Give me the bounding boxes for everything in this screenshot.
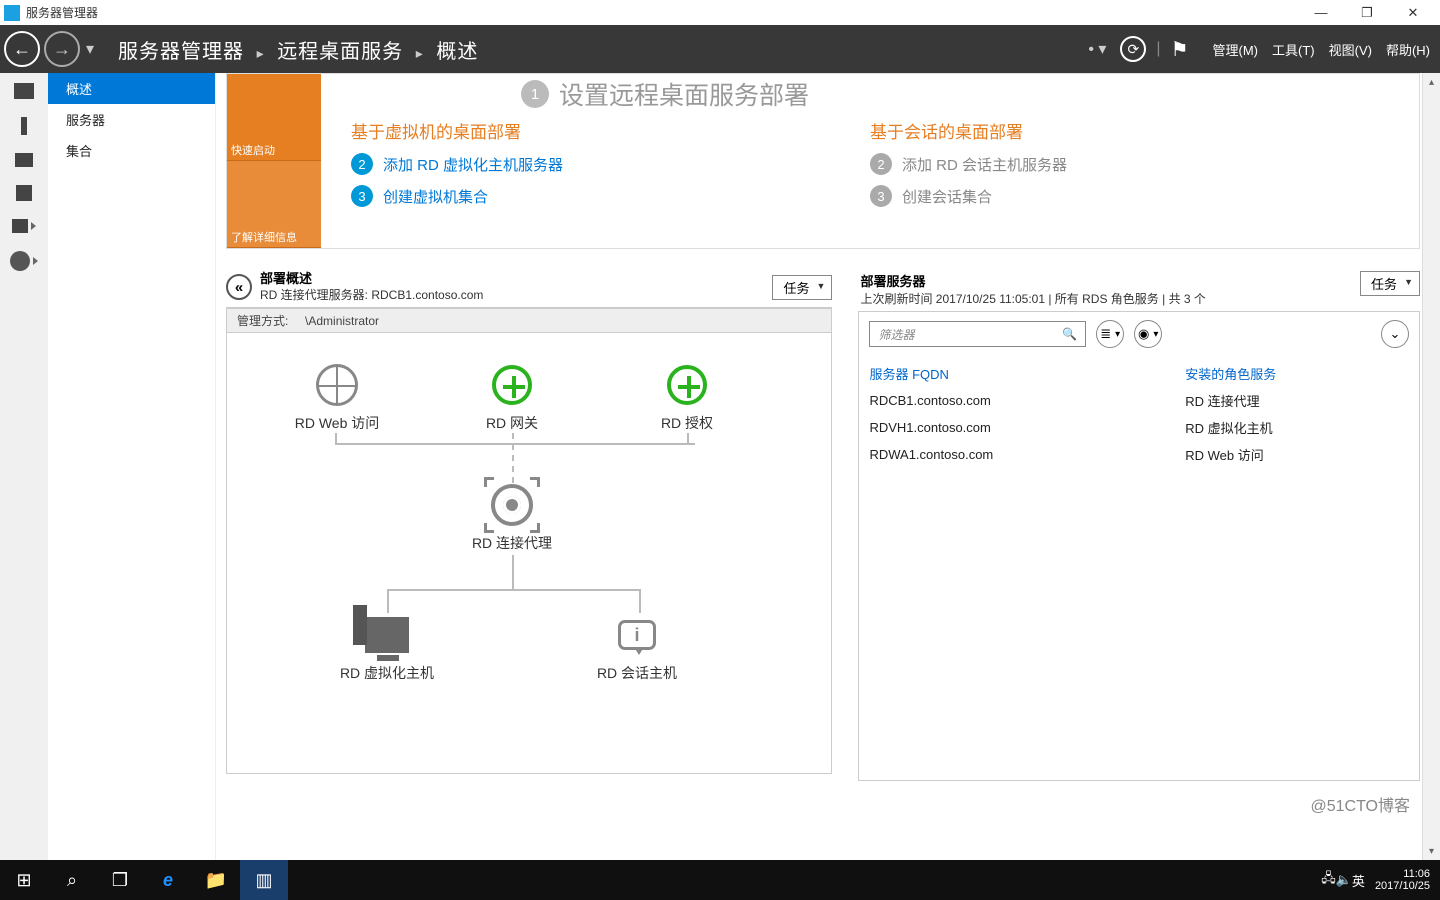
- app-icon: [4, 5, 20, 21]
- task-view-button[interactable]: ❐: [96, 860, 144, 900]
- deploy-servers-title: 部署服务器: [858, 271, 1207, 290]
- clock[interactable]: 11:062017/10/25: [1365, 868, 1440, 892]
- content-area: ▴▾ 快速启动 了解详细信息 1 设置远程桌面服务部署 基于虚拟机的桌面部署 2…: [216, 73, 1440, 860]
- table-row[interactable]: RDCB1.contoso.comRD 连接代理: [859, 387, 1419, 414]
- step-3-badge: 3: [351, 185, 373, 207]
- rail-role-icon[interactable]: [16, 185, 32, 201]
- create-session-collection-step: 3 创建会话集合: [870, 185, 1389, 207]
- virtualization-host-icon: [365, 617, 409, 653]
- start-button[interactable]: ⊞: [0, 860, 48, 900]
- broker-server-line: RD 连接代理服务器: RDCB1.contoso.com: [260, 288, 764, 304]
- plus-icon-2: [667, 365, 707, 405]
- deploy-overview-title: 部署概述: [260, 271, 764, 288]
- notifications-flag-icon[interactable]: ⚑: [1171, 37, 1189, 62]
- rail-local-server-icon[interactable]: [21, 117, 27, 135]
- columns-button[interactable]: ≣: [1096, 320, 1124, 348]
- breadcrumb-overview[interactable]: 概述: [436, 41, 478, 63]
- menu-tools[interactable]: 工具(T): [1272, 40, 1315, 59]
- vertical-scrollbar[interactable]: ▴▾: [1422, 73, 1440, 860]
- wizard-step-1-badge: 1: [521, 80, 549, 108]
- node-rd-session-host[interactable]: i RD 会话主机: [567, 613, 707, 683]
- rail-item-5[interactable]: [12, 219, 36, 233]
- table-row[interactable]: RDVH1.contoso.comRD 虚拟化主机: [859, 414, 1419, 441]
- collapse-toggle-icon[interactable]: «: [226, 274, 252, 300]
- session-host-icon: i: [618, 620, 656, 650]
- sidenav-overview[interactable]: 概述: [48, 73, 215, 104]
- session-deploy-heading: 基于会话的桌面部署: [870, 118, 1389, 143]
- maximize-button[interactable]: ❐: [1344, 0, 1390, 25]
- setup-wizard-panel: 快速启动 了解详细信息 1 设置远程桌面服务部署 基于虚拟机的桌面部署 2 添加…: [226, 73, 1420, 249]
- rail-all-servers-icon[interactable]: [15, 153, 33, 167]
- window-title: 服务器管理器: [26, 4, 98, 21]
- wizard-tiles: 快速启动 了解详细信息: [227, 74, 321, 248]
- watermark: @51CTO博客: [1310, 792, 1410, 816]
- managed-as-line: 管理方式: \Administrator: [227, 308, 831, 333]
- deployment-diagram: RD Web 访问 RD 网关 RD 授权: [227, 333, 831, 773]
- plus-icon: [492, 365, 532, 405]
- step-2-badge-grey: 2: [870, 153, 892, 175]
- node-rd-virtualization-host[interactable]: RD 虚拟化主机: [317, 613, 457, 683]
- deploy-servers-meta: 上次刷新时间 2017/10/25 11:05:01 | 所有 RDS 角色服务…: [858, 290, 1207, 307]
- menu-help[interactable]: 帮助(H): [1386, 40, 1430, 59]
- vm-deploy-heading: 基于虚拟机的桌面部署: [351, 118, 870, 143]
- expand-button[interactable]: ⌄: [1381, 320, 1409, 348]
- server-manager-taskbar-icon[interactable]: ▥: [240, 860, 288, 900]
- search-button[interactable]: ⌕: [48, 860, 96, 900]
- nav-forward-button[interactable]: →: [44, 31, 80, 67]
- menu-view[interactable]: 视图(V): [1329, 40, 1372, 59]
- minimize-button[interactable]: —: [1298, 0, 1344, 25]
- breadcrumb-rds[interactable]: 远程桌面服务: [277, 41, 403, 63]
- add-session-server-step: 2 添加 RD 会话主机服务器: [870, 153, 1389, 175]
- node-rd-gateway[interactable]: RD 网关: [442, 363, 582, 433]
- save-query-button[interactable]: ◉: [1134, 320, 1162, 348]
- breadcrumb-sep-2: ▸: [416, 45, 424, 61]
- nav-back-button[interactable]: ←: [4, 31, 40, 67]
- sidenav-servers[interactable]: 服务器: [48, 104, 215, 135]
- step-2-badge: 2: [351, 153, 373, 175]
- sidenav-collections[interactable]: 集合: [48, 135, 215, 166]
- toolbar-dropdown-small[interactable]: • ▾: [1088, 39, 1106, 59]
- search-icon[interactable]: 🔍: [1062, 327, 1077, 341]
- filter-input[interactable]: 筛选器 🔍: [869, 321, 1086, 347]
- col-fqdn[interactable]: 服务器 FQDN: [859, 360, 1175, 387]
- node-rd-web[interactable]: RD Web 访问: [267, 363, 407, 433]
- ie-icon[interactable]: e: [144, 860, 192, 900]
- icon-rail: [0, 73, 48, 860]
- tasks-dropdown-left[interactable]: 任务: [772, 275, 832, 300]
- toolbar: ← → ▾ 服务器管理器 ▸ 远程桌面服务 ▸ 概述 • ▾ ⟳ | ⚑ 管理(…: [0, 25, 1440, 73]
- tile-quick-start[interactable]: 快速启动: [227, 74, 321, 161]
- step-3-badge-grey: 3: [870, 185, 892, 207]
- refresh-button[interactable]: ⟳: [1120, 36, 1146, 62]
- wizard-title: 1 设置远程桌面服务部署: [521, 76, 809, 112]
- col-role[interactable]: 安装的角色服务: [1175, 360, 1419, 387]
- tasks-dropdown-right[interactable]: 任务: [1360, 271, 1420, 296]
- volume-tray-icon[interactable]: 🔈: [1336, 860, 1352, 900]
- explorer-icon[interactable]: 📁: [192, 860, 240, 900]
- menu-manage[interactable]: 管理(M): [1213, 40, 1259, 59]
- node-rd-broker[interactable]: RD 连接代理: [442, 483, 582, 553]
- deploy-servers-panel: 筛选器 🔍 ≣ ◉ ⌄ 服务器 FQDN 安装的角色服务: [858, 311, 1420, 781]
- table-row[interactable]: RDWA1.contoso.comRD Web 访问: [859, 441, 1419, 468]
- breadcrumb: 服务器管理器 ▸ 远程桌面服务 ▸ 概述: [118, 35, 478, 64]
- deploy-overview-panel: 管理方式: \Administrator RD Web 访问 RD 网关: [226, 307, 832, 774]
- rail-rds-icon[interactable]: [10, 251, 38, 271]
- network-tray-icon[interactable]: 🖧: [1321, 860, 1336, 900]
- globe-icon: [316, 364, 358, 406]
- titlebar: 服务器管理器 — ❐ ✕: [0, 0, 1440, 25]
- rail-dashboard-icon[interactable]: [14, 83, 34, 99]
- create-vm-collection-link[interactable]: 3 创建虚拟机集合: [351, 185, 870, 207]
- add-vh-server-link[interactable]: 2 添加 RD 虚拟化主机服务器: [351, 153, 870, 175]
- breadcrumb-root[interactable]: 服务器管理器: [118, 41, 244, 63]
- servers-table: 服务器 FQDN 安装的角色服务 RDCB1.contoso.comRD 连接代…: [859, 360, 1419, 468]
- sidenav: 概述 服务器 集合: [48, 73, 216, 860]
- tile-learn-more[interactable]: 了解详细信息: [227, 161, 321, 248]
- nav-dropdown[interactable]: ▾: [86, 39, 94, 59]
- taskbar: ⊞ ⌕ ❐ e 📁 ▥ 🖧 🔈 英 11:062017/10/25: [0, 860, 1440, 900]
- ime-tray[interactable]: 英: [1352, 860, 1365, 900]
- node-rd-licensing[interactable]: RD 授权: [617, 363, 757, 433]
- toolbar-separator: |: [1156, 40, 1160, 58]
- breadcrumb-sep-1: ▸: [257, 45, 265, 61]
- close-button[interactable]: ✕: [1390, 0, 1436, 25]
